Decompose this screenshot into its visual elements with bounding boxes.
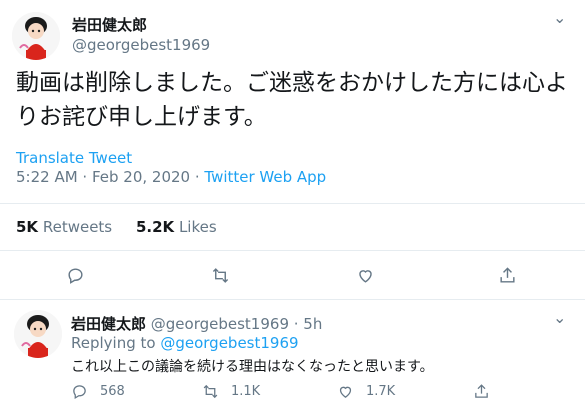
likes-stat[interactable]: 5.2K Likes: [136, 218, 217, 236]
heart-icon: [339, 386, 352, 398]
translate-tweet-link[interactable]: Translate Tweet: [16, 149, 132, 167]
avatar-illustration: [14, 310, 62, 358]
likes-count: 5.2K: [135, 218, 175, 236]
reply-author-avatar[interactable]: [14, 310, 62, 358]
reply-like-button[interactable]: 1.7K: [337, 383, 395, 400]
tweet-stats: 5K Retweets 5.2K Likes: [16, 218, 217, 236]
reply-reply-button[interactable]: 568: [71, 383, 125, 400]
share-icon[interactable]: [495, 263, 519, 287]
more-options-icon[interactable]: ⌄: [553, 8, 566, 27]
likes-label: Likes: [178, 218, 217, 236]
reply-icon[interactable]: [63, 263, 87, 287]
reply-icon: [73, 385, 86, 400]
heart-icon[interactable]: [353, 263, 377, 287]
reply-author-name[interactable]: 岩田健太郎: [71, 315, 146, 333]
replying-to-handle[interactable]: @georgebest1969: [160, 334, 298, 352]
reply-handle-time[interactable]: @georgebest1969 · 5h: [146, 315, 323, 333]
author-name[interactable]: 岩田健太郎: [72, 14, 147, 35]
reply-like-count: 1.7K: [366, 384, 396, 399]
replying-to: Replying to @georgebest1969: [71, 334, 299, 352]
retweets-label: Retweets: [42, 218, 113, 236]
reply-more-options-icon[interactable]: ⌄: [553, 308, 566, 327]
tweet-timestamp[interactable]: 5:22 AM · Feb 20, 2020 ·: [16, 168, 204, 186]
tweet-text: 動画は削除しました。ご迷惑をおかけした方には心よりお詫び申し上げます。: [16, 70, 568, 130]
retweets-count: 5K: [16, 218, 39, 236]
reply-text: これ以上この議論を続ける理由はなくなったと思います。: [71, 359, 434, 375]
retweet-icon: [203, 384, 218, 399]
divider: [0, 250, 585, 251]
divider: [0, 299, 585, 300]
reply-retweet-count: 1.1K: [231, 384, 261, 399]
reply-header: 岩田健太郎 @georgebest1969 · 5h: [71, 313, 322, 334]
tweet-metadata: 5:22 AM · Feb 20, 2020 · Twitter Web App: [16, 168, 326, 186]
replying-prefix: Replying to: [71, 334, 161, 352]
reply-retweet-button[interactable]: 1.1K: [202, 383, 260, 400]
tweet-source-app[interactable]: Twitter Web App: [204, 168, 326, 186]
author-handle[interactable]: @georgebest1969: [72, 36, 210, 54]
avatar-illustration: [12, 12, 60, 60]
retweet-icon[interactable]: [208, 263, 232, 287]
reply-share-button[interactable]: [473, 383, 502, 400]
retweets-stat[interactable]: 5K Retweets: [16, 218, 112, 236]
divider: [0, 203, 585, 204]
share-icon: [475, 384, 488, 398]
author-avatar[interactable]: [12, 12, 60, 60]
reply-reply-count: 568: [100, 384, 125, 399]
